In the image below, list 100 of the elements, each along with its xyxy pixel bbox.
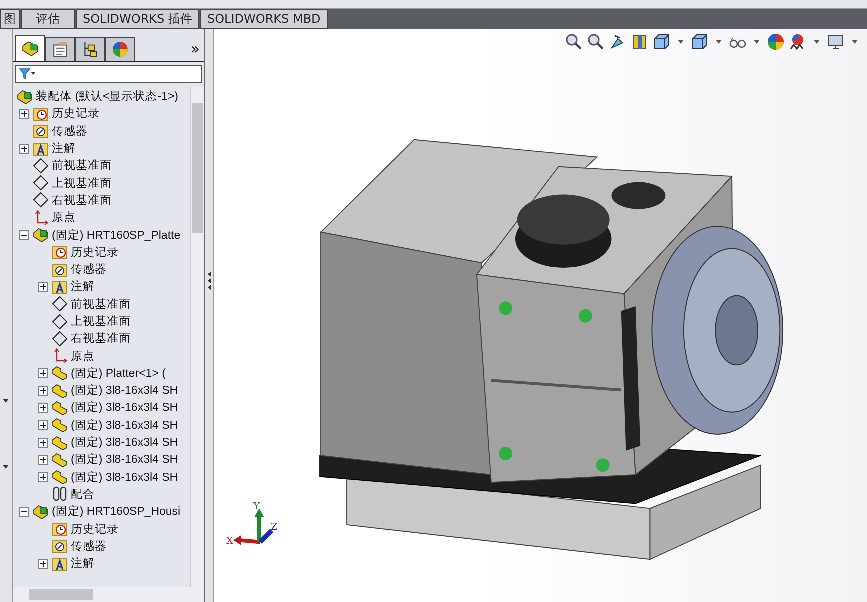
expand-toggle[interactable]	[38, 438, 48, 448]
expand-toggle[interactable]	[19, 506, 29, 517]
tree-item[interactable]: (固定) 3l8-16x3l4 SH	[71, 418, 178, 433]
color-ball-icon	[112, 41, 128, 58]
origin-icon	[52, 348, 68, 364]
display-settings-icon[interactable]	[827, 33, 845, 51]
tree-item[interactable]: 注解	[52, 141, 76, 156]
tree-item[interactable]: 历史记录	[71, 244, 119, 260]
tree-item[interactable]: (固定) 3l8-16x3l4 SH	[71, 400, 178, 416]
tree-item[interactable]: 上视基准面	[71, 314, 131, 329]
tree-item[interactable]: 原点	[52, 210, 76, 226]
caret-icon[interactable]	[852, 40, 858, 44]
tree-item[interactable]: (固定) HRT160SP_Housi	[52, 504, 181, 520]
plane-icon	[52, 314, 68, 330]
expand-toggle[interactable]	[38, 402, 48, 413]
axis-label: X	[226, 536, 234, 548]
expand-toggle[interactable]	[38, 368, 48, 378]
zoom-to-fit-icon[interactable]	[565, 33, 583, 51]
panel-tab[interactable]	[105, 37, 135, 61]
part-icon	[52, 469, 68, 486]
property-sheet-icon	[52, 41, 68, 58]
part-icon	[52, 365, 68, 382]
appearance-icon[interactable]	[767, 33, 785, 51]
annotation-icon	[33, 140, 49, 157]
history-icon	[33, 106, 49, 122]
tree-item[interactable]: 前视基准面	[52, 158, 112, 174]
part-icon	[52, 417, 68, 434]
tree-item[interactable]: (固定) 3l8-16x3l4 SH	[71, 452, 178, 468]
part-icon	[52, 382, 68, 399]
command-tab[interactable]: SOLIDWORKS 插件	[76, 9, 200, 29]
expand-toggle[interactable]	[19, 108, 29, 119]
tree-item[interactable]: (固定) Platter<1> (	[71, 366, 166, 381]
expand-toggle[interactable]	[38, 420, 48, 430]
expand-toggle[interactable]	[38, 454, 48, 465]
tree-item[interactable]: 配合	[71, 486, 95, 502]
tree-item[interactable]: 历史记录	[52, 106, 100, 122]
plane-icon	[52, 330, 68, 347]
part-icon	[52, 434, 68, 451]
annotation-icon	[52, 556, 68, 572]
tree-item[interactable]: 上视基准面	[52, 176, 112, 191]
more-tabs-button[interactable]: »	[186, 40, 204, 61]
tree-item[interactable]: (固定) HRT160SP_Platte	[52, 228, 181, 243]
tree-item[interactable]: (固定) 3l8-16x3l4 SH	[71, 470, 178, 485]
expand-toggle[interactable]	[38, 558, 48, 569]
axis-label: Z	[270, 522, 278, 533]
tree-item[interactable]: 传感器	[52, 124, 88, 139]
command-tab[interactable]: 图	[0, 9, 20, 29]
caret-icon[interactable]	[814, 40, 820, 44]
part-icon	[52, 400, 68, 416]
horizontal-scrollbar[interactable]	[13, 587, 204, 602]
filter-icon	[19, 68, 37, 80]
caret-icon[interactable]	[3, 399, 9, 403]
command-tab[interactable]: SOLIDWORKS MBD	[200, 9, 328, 29]
expand-toggle[interactable]	[38, 472, 48, 482]
caret-icon[interactable]	[678, 40, 684, 44]
tree-item[interactable]: 装配体 (默认<显示状态-1>)	[36, 89, 179, 104]
panel-tab[interactable]	[75, 37, 105, 61]
tree-item[interactable]: 原点	[71, 348, 95, 364]
part-icon	[52, 452, 68, 468]
expand-toggle[interactable]	[19, 144, 29, 154]
axis-label: Y	[254, 502, 260, 513]
collapse-arrows-icon[interactable]	[206, 270, 212, 292]
zoom-area-icon[interactable]	[587, 33, 605, 51]
history-icon	[52, 521, 68, 538]
sensor-icon	[52, 262, 68, 278]
panel-tab[interactable]	[15, 35, 45, 61]
configuration-icon	[82, 41, 98, 58]
caret-icon[interactable]	[716, 40, 722, 44]
view-orientation-icon[interactable]	[653, 33, 671, 51]
origin-icon	[33, 210, 49, 226]
feature-tree-icon	[22, 40, 38, 57]
plane-icon	[52, 296, 68, 312]
tree-item[interactable]: 注解	[71, 279, 95, 294]
tree-item[interactable]: (固定) 3l8-16x3l4 SH	[71, 383, 178, 398]
panel-tab[interactable]	[45, 37, 75, 61]
filter-field[interactable]	[15, 65, 202, 83]
sensor-icon	[33, 123, 49, 140]
section-view-icon[interactable]	[631, 33, 649, 51]
tree-item[interactable]: 右视基准面	[52, 192, 112, 208]
plane-icon	[33, 158, 49, 174]
tree-item[interactable]: 右视基准面	[71, 331, 131, 346]
tree-item[interactable]: 历史记录	[71, 522, 119, 537]
caret-icon[interactable]	[3, 465, 9, 469]
expand-toggle[interactable]	[38, 386, 48, 396]
assembly-icon	[17, 88, 33, 105]
caret-icon[interactable]	[754, 40, 760, 44]
assembly-icon	[33, 504, 49, 520]
tree-item[interactable]: 前视基准面	[71, 296, 131, 312]
tree-item[interactable]: 传感器	[71, 538, 107, 554]
tree-item[interactable]: (固定) 3l8-16x3l4 SH	[71, 435, 178, 450]
assembly-icon	[33, 227, 49, 244]
display-style-icon[interactable]	[691, 33, 709, 51]
expand-toggle[interactable]	[38, 282, 48, 292]
vertical-scrollbar[interactable]	[190, 87, 204, 587]
history-icon	[52, 244, 68, 260]
command-tab[interactable]: 评估	[21, 9, 75, 29]
tree-item[interactable]: 注解	[71, 556, 95, 572]
tree-item[interactable]: 传感器	[71, 262, 107, 278]
expand-toggle[interactable]	[19, 230, 29, 240]
mates-icon	[52, 486, 68, 502]
